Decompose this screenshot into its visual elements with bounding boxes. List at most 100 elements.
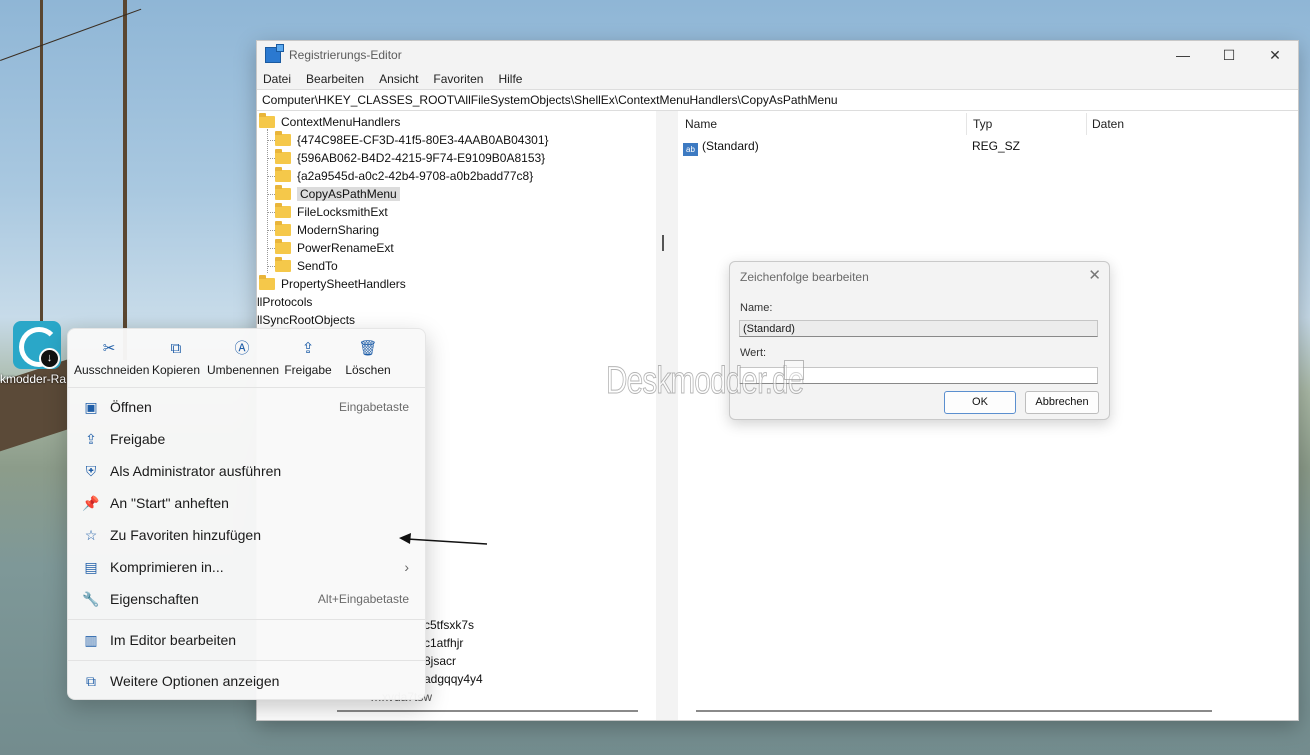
watermark-text: Deskmodder.de (606, 360, 805, 403)
dialog-title: Zeichenfolge bearbeiten (740, 270, 869, 284)
annotation-arrow (399, 533, 488, 545)
pane-splitter[interactable] (656, 111, 678, 720)
rename-button[interactable]: Ⓐ Umbenennen (207, 339, 279, 377)
share-icon: ⇪ (85, 430, 97, 447)
tree-line (267, 230, 275, 231)
menu-item-properties[interactable]: 🔧 Eigenschaften Alt+Eingabetaste (68, 584, 425, 614)
tree-partial-text: 8jsacr (424, 654, 457, 668)
tree-node-partial[interactable]: llSyncRootObjects (257, 311, 355, 329)
folder-icon (259, 275, 275, 290)
tree-horizontal-scrollbar[interactable] (337, 710, 638, 712)
column-divider[interactable] (1086, 113, 1087, 135)
value-row-name[interactable]: ab (Standard) (683, 137, 759, 156)
tree-node-key[interactable]: ModernSharing (275, 221, 379, 239)
menu-datei[interactable]: Datei (263, 72, 291, 86)
delete-button[interactable]: 🗑 Löschen (333, 339, 403, 377)
name-field: (Standard) (739, 320, 1098, 337)
tree-node-copyaspathmenu[interactable]: CopyAsPathMenu (275, 185, 400, 203)
rename-icon: Ⓐ (234, 340, 250, 357)
column-header-name[interactable]: Name (685, 114, 717, 134)
ok-button[interactable]: OK (944, 391, 1016, 414)
folder-icon (275, 221, 291, 236)
desktop-icon-label: kmodder-Ra (0, 372, 67, 386)
folder-icon (275, 131, 291, 146)
tree-line (267, 129, 268, 273)
menu-item-more-options[interactable]: ⧉ Weitere Optionen anzeigen (68, 666, 425, 696)
desktop-app-icon[interactable]: ↓ (13, 321, 61, 369)
title-bar: Registrierungs-Editor — ☐ ✕ (257, 41, 1298, 69)
tree-node-key[interactable]: {596AB062-B4D2-4215-9F74-E9109B0A8153} (275, 149, 545, 167)
window-title: Registrierungs-Editor (289, 48, 402, 62)
menu-item-share[interactable]: ⇪ Freigabe (68, 424, 425, 454)
folder-icon (275, 149, 291, 164)
tree-line (267, 248, 275, 249)
string-value-icon: ab (683, 143, 698, 156)
regedit-icon (265, 44, 284, 63)
tree-line (267, 194, 275, 195)
star-icon: ☆ (84, 526, 98, 543)
trash-icon: 🗑 (358, 340, 378, 357)
splitter-grip[interactable] (662, 235, 664, 251)
tree-node-key[interactable]: {a2a9545d-a0c2-42b4-9708-a0b2badd77c8} (275, 167, 533, 185)
watermark-pencil-icon (784, 360, 804, 380)
submenu-arrow-icon: › (404, 559, 409, 575)
tree-node-key[interactable]: PowerRenameExt (275, 239, 394, 257)
folder-icon (275, 257, 291, 272)
menu-ansicht[interactable]: Ansicht (379, 72, 418, 86)
tree-partial-text: c5tfsxk7s (424, 618, 475, 632)
tree-line (267, 176, 275, 177)
tree-node-key[interactable]: {474C98EE-CF3D-41f5-80E3-4AAB0AB04301} (275, 131, 549, 149)
wrench-icon: 🔧 (82, 590, 100, 607)
window-controls: — ☐ ✕ (1160, 41, 1298, 69)
cut-button[interactable]: ✂ Ausschneiden (74, 339, 149, 377)
minimize-button[interactable]: — (1160, 41, 1206, 69)
open-icon: ▣ (84, 398, 98, 415)
notepad-icon: ▥ (84, 631, 98, 648)
menu-item-run-as-admin[interactable]: ⛨ Als Administrator ausführen (68, 456, 425, 486)
folder-icon (275, 239, 291, 254)
tree-line (267, 266, 275, 267)
menu-item-edit-in-editor[interactable]: ▥ Im Editor bearbeiten (68, 625, 425, 655)
tree-line (267, 212, 275, 213)
name-label: Name: (740, 302, 773, 314)
background-mast (40, 0, 43, 340)
menu-item-add-to-favorites[interactable]: ☆ Zu Favoriten hinzufügen (68, 520, 425, 550)
column-header-data[interactable]: Daten (1092, 114, 1124, 134)
tree-node-partial[interactable]: llProtocols (257, 293, 312, 311)
copy-button[interactable]: ⧉ Kopieren (141, 339, 211, 377)
menu-separator (68, 619, 425, 620)
context-menu: ✂ Ausschneiden ⧉ Kopieren Ⓐ Umbenennen ⇪… (67, 328, 426, 700)
menu-item-pin-to-start[interactable]: 📌 An "Start" anheften (68, 488, 425, 518)
cancel-button[interactable]: Abbrechen (1025, 391, 1099, 414)
dialog-close-icon[interactable]: ✕ (1088, 266, 1101, 284)
column-header-type[interactable]: Typ (973, 114, 992, 134)
address-bar[interactable]: Computer\HKEY_CLASSES_ROOT\AllFileSystem… (257, 89, 1298, 111)
menu-favoriten[interactable]: Favoriten (433, 72, 483, 86)
copy-icon: ⧉ (170, 340, 182, 357)
shield-icon: ⛨ (85, 462, 97, 479)
tree-node-key[interactable]: SendTo (275, 257, 338, 275)
folder-icon (275, 203, 291, 218)
folder-icon (259, 113, 275, 128)
close-button[interactable]: ✕ (1252, 41, 1298, 69)
menu-separator (68, 387, 425, 388)
column-divider[interactable] (966, 113, 967, 135)
menu-bearbeiten[interactable]: Bearbeiten (306, 72, 364, 86)
tree-node-contextmenuhandlers[interactable]: ContextMenuHandlers (259, 113, 400, 131)
download-badge-icon: ↓ (39, 348, 60, 369)
tree-partial-text: adgqqy4y4 (424, 672, 483, 686)
scissors-icon: ✂ (102, 340, 116, 357)
folder-icon (275, 167, 291, 182)
background-rope (0, 8, 142, 61)
menu-hilfe[interactable]: Hilfe (498, 72, 522, 86)
folder-icon (275, 185, 291, 200)
zip-icon: ▤ (84, 558, 98, 575)
tree-line (267, 140, 275, 141)
list-horizontal-scrollbar[interactable] (696, 710, 1212, 712)
tree-node-propertysheethandlers[interactable]: PropertySheetHandlers (259, 275, 406, 293)
background-mast (123, 0, 127, 360)
menu-item-compress[interactable]: ▤ Komprimieren in... › (68, 552, 425, 582)
menu-item-open[interactable]: ▣ Öffnen Eingabetaste (68, 392, 425, 422)
tree-node-key[interactable]: FileLocksmithExt (275, 203, 388, 221)
maximize-button[interactable]: ☐ (1206, 41, 1252, 69)
